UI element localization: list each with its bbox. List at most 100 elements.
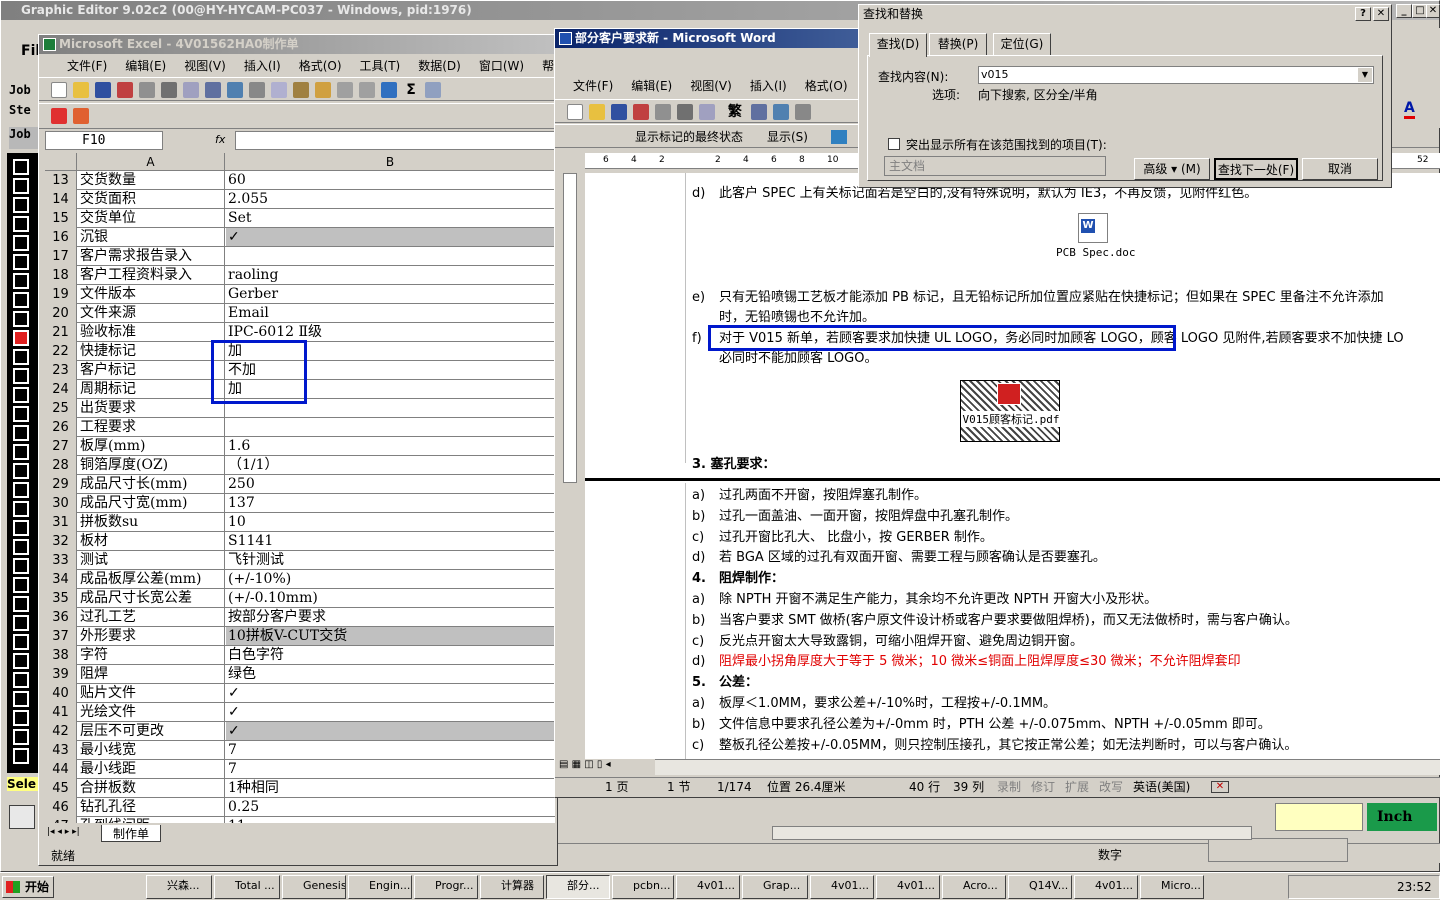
layer-box[interactable] bbox=[13, 615, 29, 631]
cell-b[interactable]: IPC-6012 Ⅱ级 bbox=[226, 323, 555, 341]
table-row[interactable]: 31 拼板数su 10 bbox=[45, 513, 555, 532]
layer-box[interactable] bbox=[13, 710, 29, 726]
excel-menu-item[interactable]: 插入(I) bbox=[244, 57, 281, 74]
excel-menu-item[interactable]: 帮 bbox=[542, 57, 554, 74]
layer-box[interactable] bbox=[13, 482, 29, 498]
row-number[interactable]: 45 bbox=[45, 779, 77, 798]
row-number[interactable]: 19 bbox=[45, 285, 77, 304]
row-number[interactable]: 32 bbox=[45, 532, 77, 551]
col-header-b[interactable]: B bbox=[225, 153, 555, 171]
layer-box[interactable] bbox=[13, 235, 29, 251]
row-number[interactable]: 33 bbox=[45, 551, 77, 570]
cell-a[interactable]: 字符 bbox=[78, 646, 225, 664]
layer-box[interactable] bbox=[13, 539, 29, 555]
word-menu-item[interactable]: 编辑(E) bbox=[631, 77, 672, 94]
cell-a[interactable]: 客户标记 bbox=[78, 361, 225, 379]
layer-box[interactable] bbox=[13, 691, 29, 707]
table-row[interactable]: 13 交货数量 60 bbox=[45, 171, 555, 190]
table-row[interactable]: 37 外形要求 10拼板V-CUT交货 bbox=[45, 627, 555, 646]
row-number[interactable]: 43 bbox=[45, 741, 77, 760]
formula-input[interactable] bbox=[235, 131, 555, 150]
layer-box[interactable] bbox=[13, 672, 29, 688]
row-number[interactable]: 29 bbox=[45, 475, 77, 494]
layer-box[interactable] bbox=[13, 311, 29, 327]
row-number[interactable]: 37 bbox=[45, 627, 77, 646]
taskbar-item[interactable]: 计算器 bbox=[480, 875, 544, 899]
row-number[interactable]: 39 bbox=[45, 665, 77, 684]
table-row[interactable]: 17 客户需求报告录入 bbox=[45, 247, 555, 266]
more-button[interactable]: 高级 ▾ (M) bbox=[1134, 158, 1210, 180]
table-row[interactable]: 38 字符 白色字符 bbox=[45, 646, 555, 665]
table-row[interactable]: 42 层压不可更改 ✓ bbox=[45, 722, 555, 741]
find-tab[interactable]: 定位(G) bbox=[993, 33, 1051, 55]
cell-a[interactable]: 最小线宽 bbox=[78, 741, 225, 759]
table-row[interactable]: 32 板材 S1141 bbox=[45, 532, 555, 551]
taskbar-item[interactable]: 4v01... bbox=[676, 875, 740, 899]
pdf-settings-icon[interactable] bbox=[73, 108, 89, 124]
vertical-ruler[interactable] bbox=[563, 173, 577, 483]
cell-a[interactable]: 测试 bbox=[78, 551, 225, 569]
row-number[interactable]: 44 bbox=[45, 760, 77, 779]
cell-b[interactable]: ✓ bbox=[226, 722, 555, 740]
row-number[interactable]: 42 bbox=[45, 722, 77, 741]
graphic-min-btn[interactable]: _ bbox=[1396, 4, 1412, 18]
cell-a[interactable]: 工程要求 bbox=[78, 418, 225, 436]
vertical-ruler-2[interactable] bbox=[563, 491, 577, 761]
cell-b[interactable]: 7 bbox=[226, 760, 555, 778]
cell-a[interactable]: 板厚(mm) bbox=[78, 437, 225, 455]
table-row[interactable]: 45 合拼板数 1种相同 bbox=[45, 779, 555, 798]
font-convert-label[interactable]: 繁 bbox=[728, 104, 742, 120]
table-row[interactable]: 33 测试 飞针测试 bbox=[45, 551, 555, 570]
drawing-tool-icons[interactable] bbox=[1208, 838, 1348, 862]
doc-line-text[interactable]: 阻焊制作： bbox=[719, 569, 1440, 589]
cell-a[interactable]: 客户需求报告录入 bbox=[78, 247, 225, 265]
row-number[interactable]: 21 bbox=[45, 323, 77, 342]
cell-b[interactable]: (+/-10%) bbox=[226, 570, 555, 588]
layer-box[interactable] bbox=[13, 178, 29, 194]
doc-line-text[interactable]: 过孔一面盖油、一面开窗，按阻焊盘中孔塞孔制作。 bbox=[719, 507, 1440, 527]
save-doc-icon[interactable] bbox=[611, 104, 627, 120]
cell-b[interactable]: 1.6 bbox=[226, 437, 555, 455]
row-number[interactable]: 22 bbox=[45, 342, 77, 361]
row-number[interactable]: 35 bbox=[45, 589, 77, 608]
layer-list[interactable] bbox=[13, 159, 33, 769]
print-doc-icon[interactable] bbox=[677, 104, 693, 120]
unit-button[interactable]: Inch bbox=[1367, 803, 1437, 831]
layer-box[interactable] bbox=[13, 729, 29, 745]
table-row[interactable]: 14 交货面积 2.055 bbox=[45, 190, 555, 209]
cell-a[interactable]: 光绘文件 bbox=[78, 703, 225, 721]
email-icon[interactable] bbox=[139, 82, 155, 98]
doc-line-text[interactable]: 当客户要求 SMT 做桥(客户原文件设计桥或客户要求要做阻焊桥)，而又无法做桥时… bbox=[719, 611, 1440, 631]
row-number[interactable]: 30 bbox=[45, 494, 77, 513]
quick-launch[interactable] bbox=[64, 878, 140, 896]
sheet-tab[interactable]: 制作单 bbox=[101, 825, 161, 842]
format-painter-icon[interactable] bbox=[315, 82, 331, 98]
cell-b[interactable]: ✓ bbox=[226, 703, 555, 721]
graphic-side-tab-job[interactable]: Job bbox=[9, 83, 39, 97]
taskbar-item[interactable]: 4v01... bbox=[810, 875, 874, 899]
cancel-button[interactable]: 取消 bbox=[1302, 158, 1378, 180]
graphic-tool-icon[interactable] bbox=[9, 805, 35, 829]
excel-menu-item[interactable]: 格式(O) bbox=[299, 57, 342, 74]
sheet-grid[interactable]: A B 13 交货数量 60 14 交货面积 2.055 15 交货单位 Set 16 沉银 ✓ 17 客… bbox=[45, 153, 555, 823]
status-trk[interactable]: 修订 bbox=[1031, 778, 1055, 796]
cell-a[interactable]: 过孔工艺 bbox=[78, 608, 225, 626]
word-menu-item[interactable]: 视图(V) bbox=[690, 77, 732, 94]
preview-doc-icon[interactable] bbox=[699, 104, 715, 120]
table-row[interactable]: 20 文件来源 Email bbox=[45, 304, 555, 323]
cell-a[interactable]: 客户工程资料录入 bbox=[78, 266, 225, 284]
doc-line-text[interactable]: 整板孔径公差按+/-0.05MM，则只控制压接孔，其它按正常公差；如无法判断时，… bbox=[719, 736, 1440, 756]
table-row[interactable]: 34 成品板厚公差(mm) (+/-10%) bbox=[45, 570, 555, 589]
row-number[interactable]: 28 bbox=[45, 456, 77, 475]
cell-a[interactable]: 拼板数su bbox=[78, 513, 225, 531]
layer-box[interactable] bbox=[13, 368, 29, 384]
cell-a[interactable]: 钻孔孔径 bbox=[78, 798, 225, 816]
taskbar-item[interactable]: Progr... bbox=[414, 875, 478, 899]
cell-a[interactable]: 出货要求 bbox=[78, 399, 225, 417]
cell-b[interactable]: S1141 bbox=[226, 532, 555, 550]
table-row[interactable]: 43 最小线宽 7 bbox=[45, 741, 555, 760]
table-row[interactable]: 47孔到线间距11 bbox=[45, 817, 555, 823]
row-number[interactable]: 15 bbox=[45, 209, 77, 228]
cell-b[interactable]: 2.055 bbox=[226, 190, 555, 208]
autosum-icon[interactable]: Σ bbox=[403, 82, 419, 98]
